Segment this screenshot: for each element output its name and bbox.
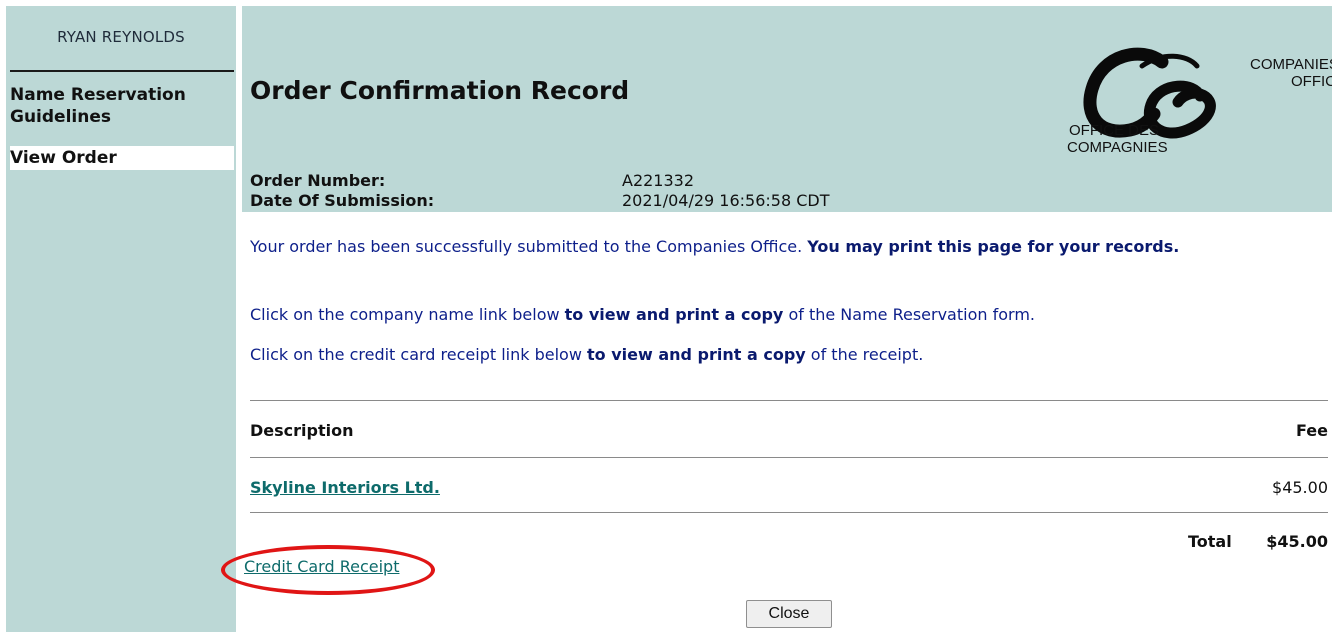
logo-text-companies: COMPANIES — [1250, 56, 1332, 73]
company-name-link[interactable]: Skyline Interiors Ltd. — [250, 478, 440, 497]
order-number-label: Order Number: — [250, 171, 386, 190]
receipt-instruction-prefix: Click on the credit card receipt link be… — [250, 345, 587, 364]
sidebar-item-name-reservation-guidelines[interactable]: Name Reservation Guidelines — [10, 84, 232, 128]
column-header-fee: Fee — [1296, 421, 1328, 440]
table-top-divider — [250, 400, 1328, 401]
logo-text-office-des: OFFICE DES — [1069, 122, 1160, 139]
submitted-message: Your order has been successfully submitt… — [250, 236, 1310, 258]
company-instruction-prefix: Click on the company name link below — [250, 305, 565, 324]
user-name: RYAN REYNOLDS — [57, 28, 185, 46]
table-header-divider — [250, 457, 1328, 458]
companies-office-logo: COMPANIES OFFICE OFFICE DES COMPAGNIES — [1022, 44, 1332, 164]
header: Order Confirmation Record COMPANIES OFFI… — [242, 6, 1332, 212]
close-button[interactable]: Close — [746, 600, 832, 628]
logo-text-office: OFFICE — [1291, 73, 1332, 90]
company-link-instruction: Click on the company name link below to … — [250, 304, 1310, 326]
receipt-link-instruction: Click on the credit card receipt link be… — [250, 344, 1310, 366]
company-instruction-bold: to view and print a copy — [564, 305, 784, 324]
logo-text-compagnies: COMPAGNIES — [1067, 139, 1168, 156]
credit-card-receipt-link[interactable]: Credit Card Receipt — [244, 557, 399, 576]
page-title: Order Confirmation Record — [250, 76, 630, 105]
order-number-value: A221332 — [622, 171, 695, 190]
sidebar: RYAN REYNOLDS Name Reservation Guideline… — [6, 6, 236, 632]
submitted-message-text: Your order has been successfully submitt… — [250, 237, 808, 256]
total-label: Total — [1188, 532, 1232, 551]
total-value: $45.00 — [1266, 532, 1328, 551]
table-row-fee: $45.00 — [1272, 478, 1328, 497]
date-of-submission-label: Date Of Submission: — [250, 191, 435, 210]
date-of-submission-value: 2021/04/29 16:56:58 CDT — [622, 191, 830, 210]
submitted-message-bold: You may print this page for your records… — [807, 237, 1180, 256]
table-bottom-divider — [250, 512, 1328, 513]
column-header-description: Description — [250, 421, 354, 440]
company-instruction-suffix: of the Name Reservation form. — [783, 305, 1035, 324]
sidebar-item-view-order[interactable]: View Order — [10, 146, 234, 170]
sidebar-divider — [10, 70, 234, 72]
receipt-instruction-bold: to view and print a copy — [587, 345, 806, 364]
receipt-instruction-suffix: of the receipt. — [805, 345, 924, 364]
